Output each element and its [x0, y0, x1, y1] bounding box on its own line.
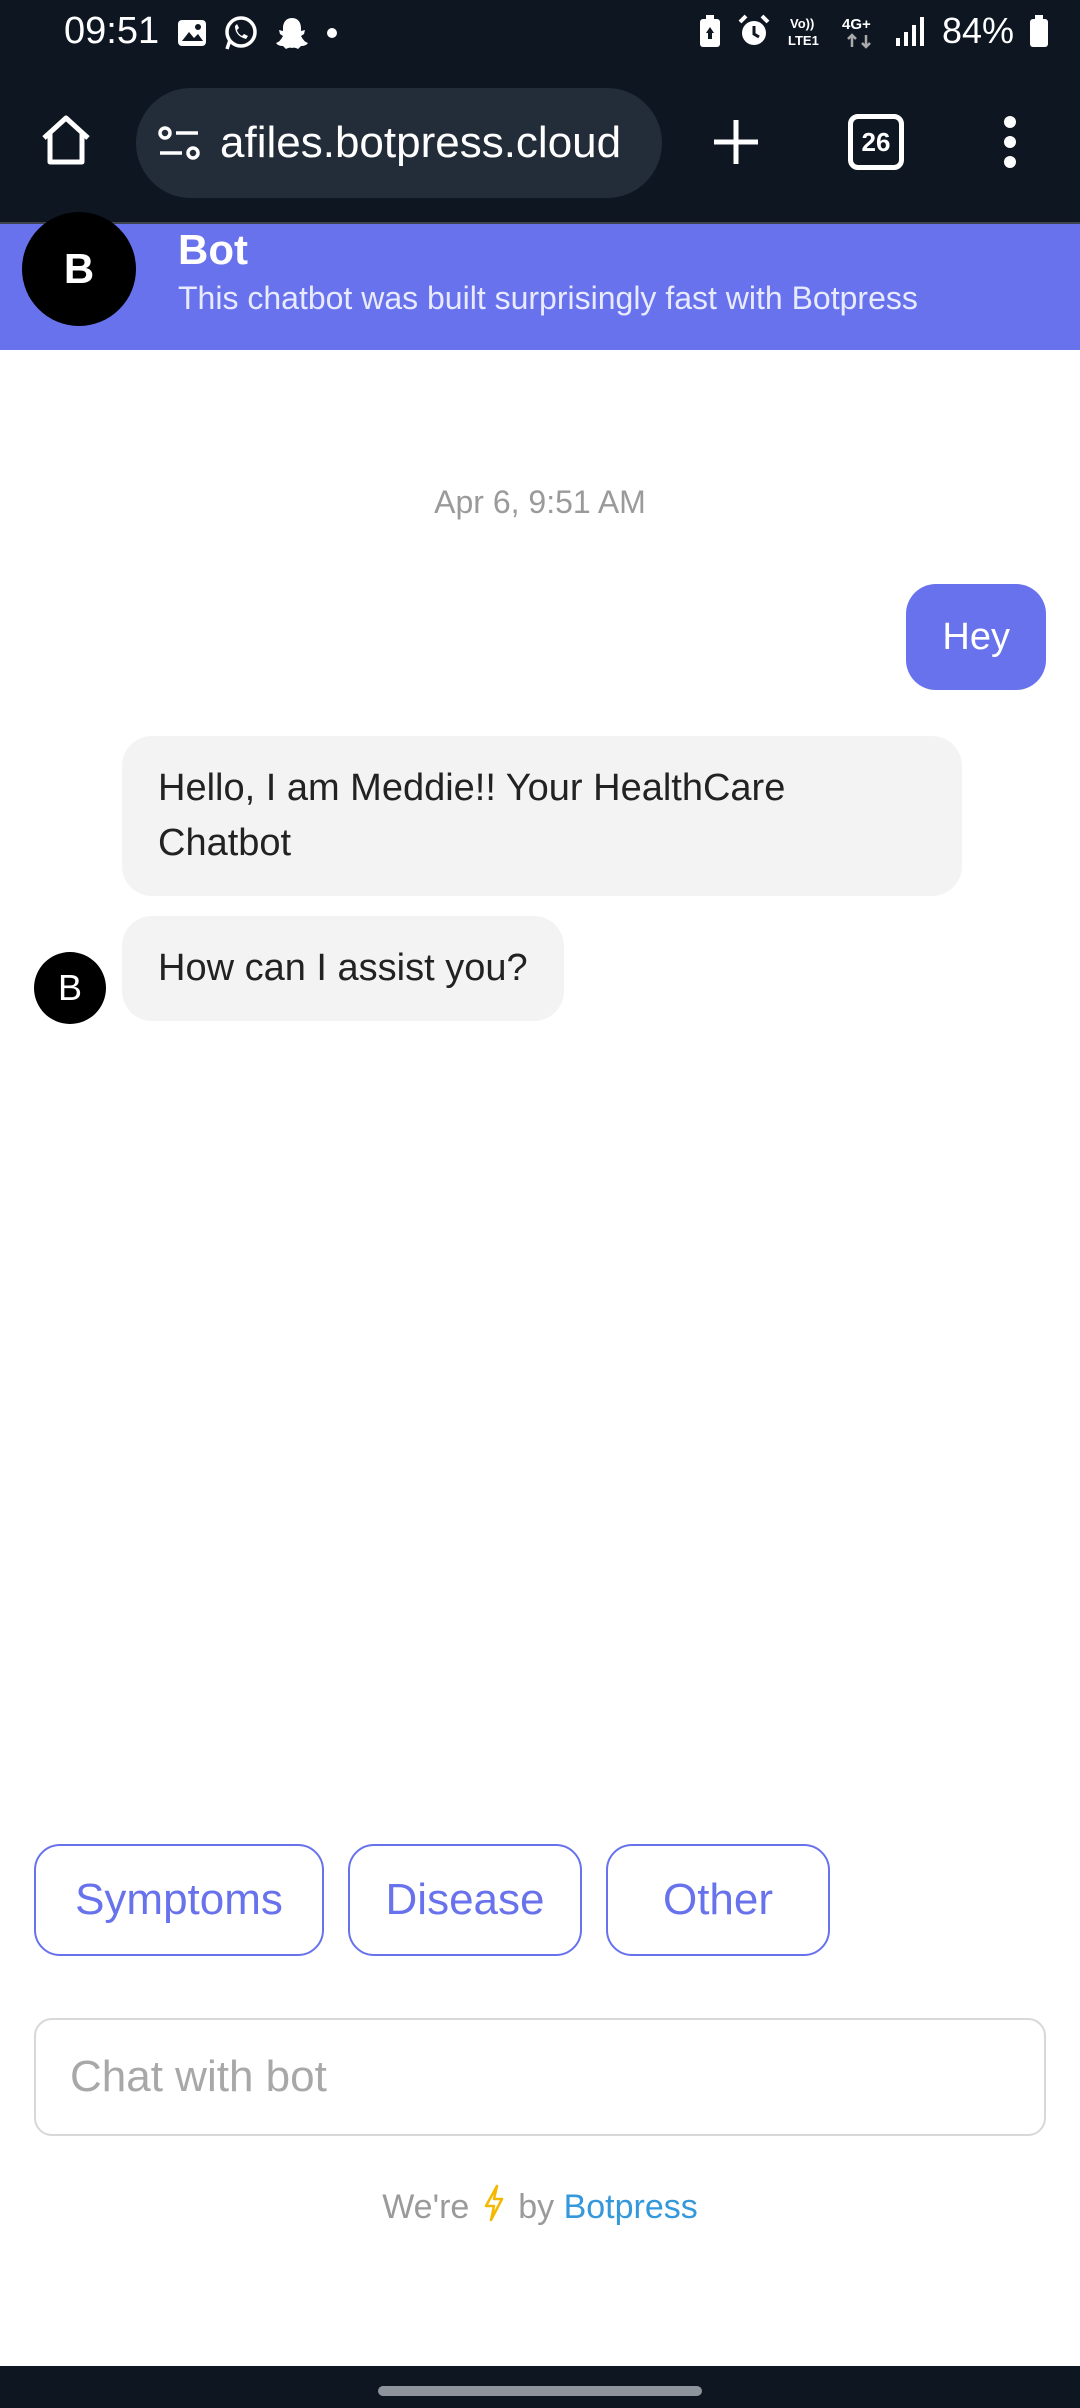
address-bar[interactable]: afiles.botpress.cloud: [136, 88, 662, 198]
powered-by-text: by: [518, 2188, 555, 2226]
new-tab-button[interactable]: [706, 112, 766, 172]
plus-icon: [714, 120, 758, 164]
browser-menu-button[interactable]: [990, 112, 1030, 172]
svg-text:4G+: 4G+: [842, 16, 871, 33]
system-status-icons: Vo)) LTE1 4G+ 84%: [698, 10, 1050, 52]
quick-reply-other[interactable]: Other: [606, 1844, 830, 1956]
chat-header: B Bot This chatbot was built surprisingl…: [0, 212, 1080, 350]
dot-icon: [327, 28, 337, 38]
status-time: 09:51: [64, 10, 160, 52]
battery-saver-icon: [699, 15, 720, 47]
bot-description: This chatbot was built surprisingly fast…: [178, 280, 918, 316]
whatsapp-icon: [225, 16, 257, 50]
home-button[interactable]: [36, 110, 96, 170]
bot-message: How can I assist you?: [122, 916, 564, 1021]
message-timestamp: Apr 6, 9:51 AM: [434, 484, 646, 520]
gallery-icon: [178, 20, 206, 46]
quick-reply-disease[interactable]: Disease: [348, 1844, 582, 1956]
signal-icon: [895, 17, 924, 46]
user-message: Hey: [906, 584, 1046, 690]
status-bar: 09:51 Vo)) LTE1 4G+ 84%: [0, 0, 1080, 66]
lightning-icon: [484, 2184, 504, 2222]
site-settings-icon[interactable]: [156, 123, 202, 163]
battery-percent: 84%: [941, 10, 1014, 51]
powered-by-footer: We're by Botpress: [0, 2184, 1080, 2227]
browser-toolbar: afiles.botpress.cloud 26: [0, 66, 1080, 224]
quick-replies: Symptoms Disease Other: [34, 1844, 830, 1956]
bot-avatar: B: [22, 212, 136, 326]
svg-text:Vo)): Vo)): [790, 16, 814, 31]
bot-name: Bot: [178, 226, 248, 273]
tab-switcher-button[interactable]: 26: [848, 114, 904, 170]
network-type-icon: 4G+: [842, 16, 871, 49]
battery-icon: [1030, 15, 1048, 47]
system-nav-bar: [0, 2366, 1080, 2408]
chat-input[interactable]: [34, 2018, 1046, 2136]
quick-reply-symptoms[interactable]: Symptoms: [34, 1844, 324, 1956]
svg-text:LTE1: LTE1: [788, 33, 819, 48]
alarm-icon: [738, 14, 770, 45]
snapchat-icon: [276, 18, 308, 49]
more-vert-icon: [1004, 116, 1016, 168]
volte-icon: Vo)) LTE1: [788, 16, 819, 48]
bot-message-avatar: B: [34, 952, 106, 1024]
gesture-handle[interactable]: [378, 2386, 702, 2396]
powered-prefix: We're: [382, 2188, 470, 2226]
url-text: afiles.botpress.cloud: [220, 118, 622, 167]
botpress-link[interactable]: Botpress: [564, 2188, 698, 2226]
notification-icons: [176, 14, 340, 52]
bot-message: Hello, I am Meddie!! Your HealthCare Cha…: [122, 736, 962, 896]
home-icon: [42, 115, 90, 165]
